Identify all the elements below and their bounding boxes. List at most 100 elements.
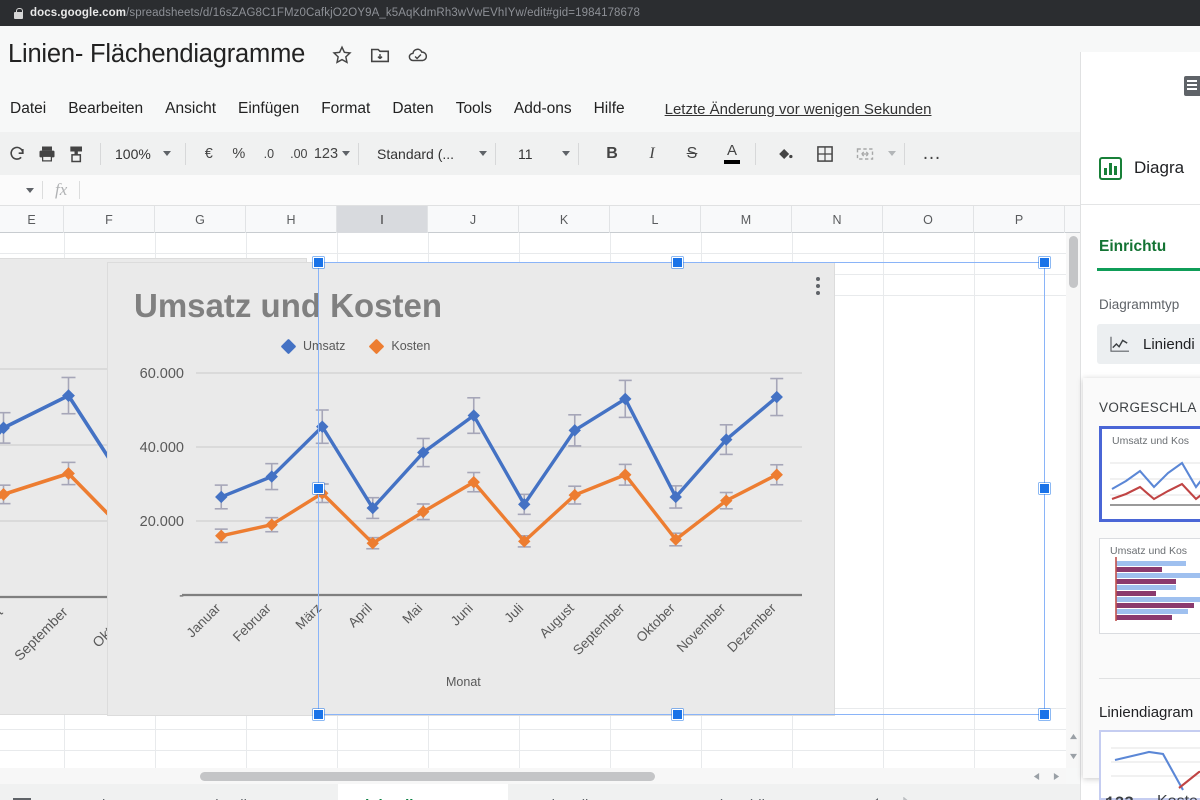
sidebar-collapse-icon[interactable] bbox=[1184, 76, 1200, 96]
prev-sheet-icon[interactable] bbox=[870, 796, 880, 800]
legend-item-umsatz[interactable]: Umsatz bbox=[280, 338, 345, 354]
menu-item-addons[interactable]: Add-ons bbox=[514, 100, 572, 118]
strikethrough-button[interactable]: S bbox=[677, 139, 707, 169]
menu-item-ansicht[interactable]: Ansicht bbox=[165, 100, 216, 118]
paint-format-icon[interactable] bbox=[62, 139, 92, 169]
chevron-down-icon-5[interactable] bbox=[888, 151, 897, 156]
menu-item-format[interactable]: Format bbox=[321, 100, 370, 118]
name-box[interactable] bbox=[0, 187, 42, 193]
suggestion-divider bbox=[1099, 678, 1200, 679]
move-to-folder-icon[interactable] bbox=[369, 44, 391, 66]
chart-editor-title: Diagra bbox=[1134, 158, 1185, 177]
toolbar-divider-7 bbox=[904, 142, 906, 165]
sheet-tab-verbunddiagramm[interactable]: Verbunddiagramm bbox=[679, 784, 856, 800]
next-sheet-icon[interactable] bbox=[902, 796, 912, 800]
column-header-e[interactable]: E bbox=[0, 206, 64, 233]
column-header-i[interactable]: I bbox=[337, 206, 428, 233]
chevron-down-icon-3 bbox=[479, 151, 488, 156]
x-axis-tick: August bbox=[537, 600, 578, 641]
bold-button[interactable]: B bbox=[597, 139, 627, 169]
borders-icon[interactable] bbox=[810, 139, 840, 169]
menu-item-datei[interactable]: Datei bbox=[10, 100, 46, 118]
scroll-up-icon[interactable] bbox=[1066, 729, 1080, 744]
horizontal-scroll-thumb[interactable] bbox=[200, 772, 655, 781]
scroll-down-icon[interactable] bbox=[1066, 749, 1080, 764]
print-icon[interactable] bbox=[32, 139, 62, 169]
series-line-umsatz bbox=[220, 395, 778, 510]
chart-legend: Umsatz Kosten bbox=[280, 338, 430, 354]
menu-item-tools[interactable]: Tools bbox=[456, 100, 492, 118]
text-color-button[interactable]: A bbox=[717, 139, 747, 169]
scroll-left-icon[interactable] bbox=[1028, 768, 1044, 784]
column-header-g[interactable]: G bbox=[155, 206, 246, 233]
redo-icon[interactable] bbox=[2, 139, 32, 169]
last-edit-status[interactable]: Letzte Änderung vor wenigen Sekunden bbox=[665, 101, 932, 118]
tab-einrichtung[interactable]: Einrichtu bbox=[1099, 238, 1166, 265]
vertical-scroll-thumb[interactable] bbox=[1069, 236, 1078, 288]
sheet-tab-saeulendiagramm[interactable]: Säulendiagramm bbox=[171, 784, 338, 800]
horizontal-scrollbar[interactable] bbox=[0, 768, 1066, 784]
legend-item-kosten[interactable]: Kosten bbox=[369, 338, 430, 354]
percent-format-button[interactable]: % bbox=[224, 139, 254, 169]
chart-main[interactable]: Umsatz und Kosten Umsatz Kosten -20.000 4… bbox=[108, 263, 834, 715]
page-title[interactable]: Linien- Flächendiagramme bbox=[8, 40, 305, 69]
sheet-tab-bar: Dateninput Säulendiagramm Liniendiagramm… bbox=[0, 784, 1200, 800]
scroll-right-icon[interactable] bbox=[1048, 768, 1064, 784]
suggested-chart-line[interactable]: Umsatz und Kos bbox=[1099, 426, 1200, 522]
menu-item-hilfe[interactable]: Hilfe bbox=[594, 100, 625, 118]
column-header-n[interactable]: N bbox=[792, 206, 883, 233]
zoom-select[interactable]: 100% bbox=[109, 146, 177, 162]
chevron-down-icon-4 bbox=[562, 151, 571, 156]
column-header-k[interactable]: K bbox=[519, 206, 610, 233]
menu-item-einfuegen[interactable]: Einfügen bbox=[238, 100, 299, 118]
merge-cells-icon[interactable] bbox=[850, 139, 880, 169]
sheet-tab-dateninput[interactable]: Dateninput bbox=[44, 784, 171, 800]
suggested-chart-bar[interactable]: Umsatz und Kos bbox=[1099, 538, 1200, 634]
column-header-o[interactable]: O bbox=[883, 206, 974, 233]
font-size-value: 11 bbox=[518, 145, 533, 162]
url-host: docs.google.com bbox=[30, 7, 127, 19]
chart-menu-icon[interactable] bbox=[816, 277, 820, 295]
x-axis-tick: Juli bbox=[501, 601, 526, 626]
x-axis-tick: Januar bbox=[184, 600, 224, 640]
font-size-select[interactable]: 11 bbox=[504, 145, 571, 162]
menu-item-bearbeiten[interactable]: Bearbeiten bbox=[68, 100, 143, 118]
spreadsheet-grid[interactable]: sten JuliAugustSeptemberOktoberNovemberD… bbox=[0, 233, 1066, 768]
sidebar-divider bbox=[1081, 204, 1200, 205]
column-header-h[interactable]: H bbox=[246, 206, 337, 233]
italic-button[interactable]: I bbox=[637, 139, 667, 169]
star-icon[interactable] bbox=[331, 44, 353, 66]
sheet-tab-liniendiagramm[interactable]: Liniendiagramm bbox=[337, 784, 508, 800]
font-family-select[interactable]: Standard (... bbox=[367, 146, 488, 162]
currency-format-button[interactable]: € bbox=[194, 139, 224, 169]
sheet-tab-label: Säulendiagramm bbox=[189, 797, 302, 800]
suggested-chart-line-2[interactable] bbox=[1099, 730, 1200, 800]
toolbar-divider-5 bbox=[578, 142, 580, 165]
column-header-p[interactable]: P bbox=[974, 206, 1065, 233]
chart-title: Umsatz und Kosten bbox=[134, 287, 443, 324]
column-header-m[interactable]: M bbox=[701, 206, 792, 233]
sheet-tab-kuchendiagramm[interactable]: Kuchendiagramm bbox=[508, 784, 680, 800]
more-formats-button[interactable]: 123 bbox=[314, 139, 351, 169]
toolbar-divider bbox=[100, 142, 101, 165]
sheet-tab-label: Verbunddiagramm bbox=[697, 797, 820, 800]
suggested-chart-label: Umsatz und Kos bbox=[1112, 435, 1190, 447]
data-point bbox=[215, 529, 228, 542]
y-axis-tick: 20.000 bbox=[140, 514, 184, 530]
column-header-l[interactable]: L bbox=[610, 206, 701, 233]
menu-item-daten[interactable]: Daten bbox=[392, 100, 433, 118]
cloud-saved-icon[interactable] bbox=[407, 44, 429, 66]
chart-type-select[interactable]: Liniendi bbox=[1097, 324, 1200, 364]
more-options-icon[interactable]: … bbox=[917, 139, 947, 169]
increase-decimal-button[interactable]: .00 bbox=[284, 139, 314, 169]
fill-color-icon[interactable] bbox=[770, 139, 800, 169]
x-axis-tick: April bbox=[345, 601, 375, 631]
column-header-f[interactable]: F bbox=[64, 206, 155, 233]
decrease-decimal-button[interactable]: .0 bbox=[254, 139, 284, 169]
x-axis-tick: Juni bbox=[448, 601, 476, 629]
browser-url-bar[interactable]: docs.google.com /spreadsheets/d/16sZAG8C… bbox=[0, 0, 1200, 26]
vertical-scrollbar[interactable] bbox=[1066, 233, 1080, 768]
chevron-down-icon-6 bbox=[26, 187, 34, 193]
toolbar-divider-4 bbox=[495, 142, 497, 165]
column-header-j[interactable]: J bbox=[428, 206, 519, 233]
